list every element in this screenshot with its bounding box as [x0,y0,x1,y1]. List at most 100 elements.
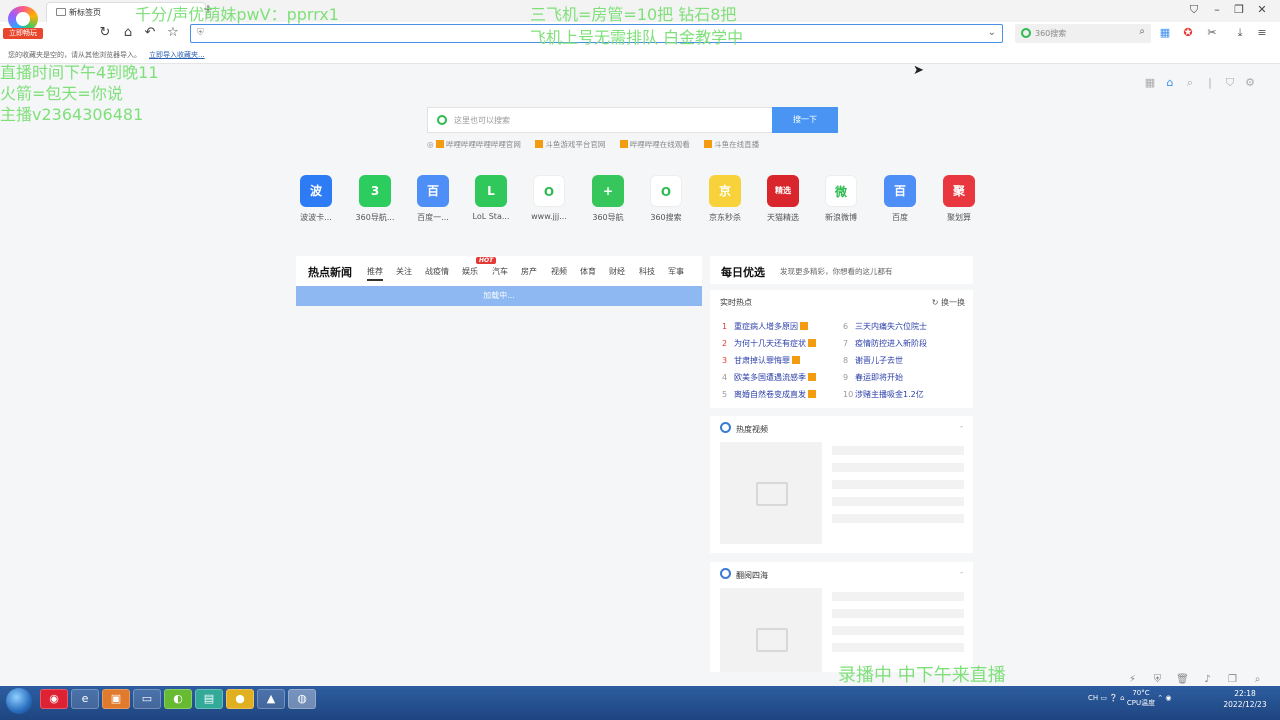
lang-indicator[interactable]: CH [1088,694,1098,702]
browser-taskbar-icon[interactable]: ◍ [288,689,316,709]
home-icon[interactable]: ⌂ [1160,76,1180,89]
star-icon[interactable]: ☆ [164,25,182,40]
app-icon[interactable]: ◐ [164,689,192,709]
import-bookmarks-link[interactable]: 立即导入收藏夹... [149,51,205,59]
text-placeholder [832,609,964,618]
hot-topic-item[interactable]: 8 谢晋儿子去世 [843,355,903,366]
site-icon: L [475,175,507,207]
shield-icon[interactable]: ⛨ [1145,674,1170,685]
apps-icon[interactable]: ▦ [1158,26,1172,40]
hot-topic-text: 为何十几天还有症状 [734,339,806,348]
site-tile[interactable]: 3 360导航... [349,175,401,223]
volume-icon[interactable]: ♪ [1195,674,1220,685]
search-button[interactable]: 搜一下 [772,107,838,133]
site-label: 京东秒杀 [709,213,741,222]
site-tile[interactable]: 百百度 [874,175,926,223]
tab-sports[interactable]: 体育 [580,266,596,277]
text-placeholder [832,626,964,635]
shirt-icon[interactable]: ⛉ [1184,3,1204,17]
reload-icon[interactable]: ↻ [96,25,114,40]
hot-link[interactable]: ◎ 哔哩哔哩哔哩哔哩官网 [427,140,521,149]
bookmark-bar: 您的收藏夹是空的，请从其他浏览器导入。 立即导入收藏夹... [0,46,1280,64]
site-tile[interactable]: L LoL Sta... [465,175,517,221]
tab-realestate[interactable]: 房产 [521,266,537,277]
window-icon[interactable]: ❐ [1220,674,1245,685]
menu-icon[interactable]: ≡ [1255,26,1269,40]
hot-rank: 9 [843,373,849,382]
close-button[interactable]: ✕ [1252,3,1272,16]
folder-icon[interactable]: ▭ [133,689,161,709]
tab-recommend[interactable]: 推荐 [367,266,383,281]
speed-icon[interactable]: ⚡ [1120,674,1145,685]
news-title: 热点新闻 [308,266,352,279]
site-tile[interactable]: Owww.jjj... [523,175,575,221]
hot-topic-item[interactable]: 9 春运即将开始 [843,372,903,383]
tab-follow[interactable]: 关注 [396,266,412,277]
chevron-down-icon[interactable]: ⌄ [988,27,996,38]
tab-military[interactable]: 军事 [668,266,684,277]
site-label: 360搜索 [650,213,682,222]
collapse-icon[interactable]: - [960,568,963,577]
start-button[interactable] [6,688,32,714]
hot-topic-item[interactable]: 4 欧美多国遭遇流感季 [722,372,816,383]
cpu-label: CPU温度 [1126,699,1156,707]
tab-finance[interactable]: 财经 [609,266,625,277]
hot-rank: 10 [843,390,854,399]
trash-icon[interactable]: 🗑 [1170,674,1195,685]
refresh-button[interactable]: ↻ 换一换 [932,297,965,308]
app-icon[interactable]: ● [226,689,254,709]
site-label: 百度一... [417,213,449,222]
site-tile[interactable]: +360导航 [582,175,634,223]
hot-link[interactable]: 哔哩哔哩在线观看 [619,140,690,149]
hot-link[interactable]: 斗鱼游戏平台官网 [535,140,605,149]
search-input[interactable]: 360搜索 ⌕ [1015,24,1151,43]
site-tile[interactable]: 百百度一... [407,175,459,223]
logo-badge[interactable]: 立即畅玩 [3,28,43,39]
skin-icon[interactable]: ⛉ [1220,76,1240,90]
tab-entertainment[interactable]: 娱乐 [462,266,478,277]
tab-video[interactable]: 视频 [551,266,567,277]
restore-button[interactable]: ❐ [1229,3,1249,16]
home-icon[interactable]: ⌂ [119,25,137,40]
settings-icon[interactable]: ⚙ [1240,76,1260,89]
site-tile[interactable]: 聚聚划算 [933,175,985,223]
site-tile[interactable]: 波波波卡... [290,175,342,223]
hot-topic-item[interactable]: 5 离婚自然卷变成直发 [722,389,816,400]
tab-auto[interactable]: 汽车 [492,266,508,277]
minimize-button[interactable]: – [1207,3,1227,16]
search-icon[interactable]: ⌕ [1139,26,1145,37]
site-tile[interactable]: O 360搜索 [640,175,692,223]
ie-icon[interactable]: e [71,689,99,709]
game-icon[interactable]: ✪ [1181,26,1195,40]
hot-topic-item[interactable]: 10 涉赌主播吸金1.2亿 [843,389,924,400]
overlay-text: 千分/声优萌妹pwV：pprrx1 [135,5,339,24]
hot-topic-item[interactable]: 2 为何十几天还有症状 [722,338,816,349]
scissors-icon[interactable]: ✂ [1205,26,1219,40]
download-icon[interactable]: ⤓ [1233,26,1247,40]
site-label: 新浪微博 [825,213,857,222]
app-icon[interactable]: ▤ [195,689,223,709]
hot-topic-text: 疫情防控进入新阶段 [855,339,927,348]
clock[interactable]: 22:18 2022/12/23 [1216,688,1274,710]
tab-tech[interactable]: 科技 [639,266,655,277]
hot-topic-item[interactable]: 1 重症病人增多原因 [722,321,808,332]
tab-epidemic[interactable]: 战疫情 [425,266,449,277]
hot-topic-item[interactable]: 6 三天内痛失六位院士 [843,321,927,332]
hot-topic-item[interactable]: 3 甘肃掉认罪悔罪 [722,355,800,366]
main-search-box[interactable]: 这里也可以搜索 搜一下 [427,107,838,133]
grid-icon[interactable]: ▦ [1140,76,1160,89]
hot-topic-item[interactable]: 7 疫情防控进入新阶段 [843,338,927,349]
hot-link[interactable]: 斗鱼在线直播 [704,140,759,149]
site-label: 聚划算 [947,213,971,222]
site-tile[interactable]: 精选 天猫精选 [757,175,809,223]
site-tile[interactable]: 微新浪微博 [815,175,867,223]
collapse-icon[interactable]: - [960,422,963,431]
search-icon[interactable]: ⌕ [1245,674,1270,685]
site-tile[interactable]: 京京东秒杀 [699,175,751,223]
undo-icon[interactable]: ↶ [141,25,159,40]
app-icon[interactable]: ▲ [257,689,285,709]
app-icon[interactable]: ◉ [40,689,68,709]
hot-topic-text: 甘肃掉认罪悔罪 [734,356,790,365]
search-icon[interactable]: ⌕ [1180,76,1200,90]
app-icon[interactable]: ▣ [102,689,130,709]
